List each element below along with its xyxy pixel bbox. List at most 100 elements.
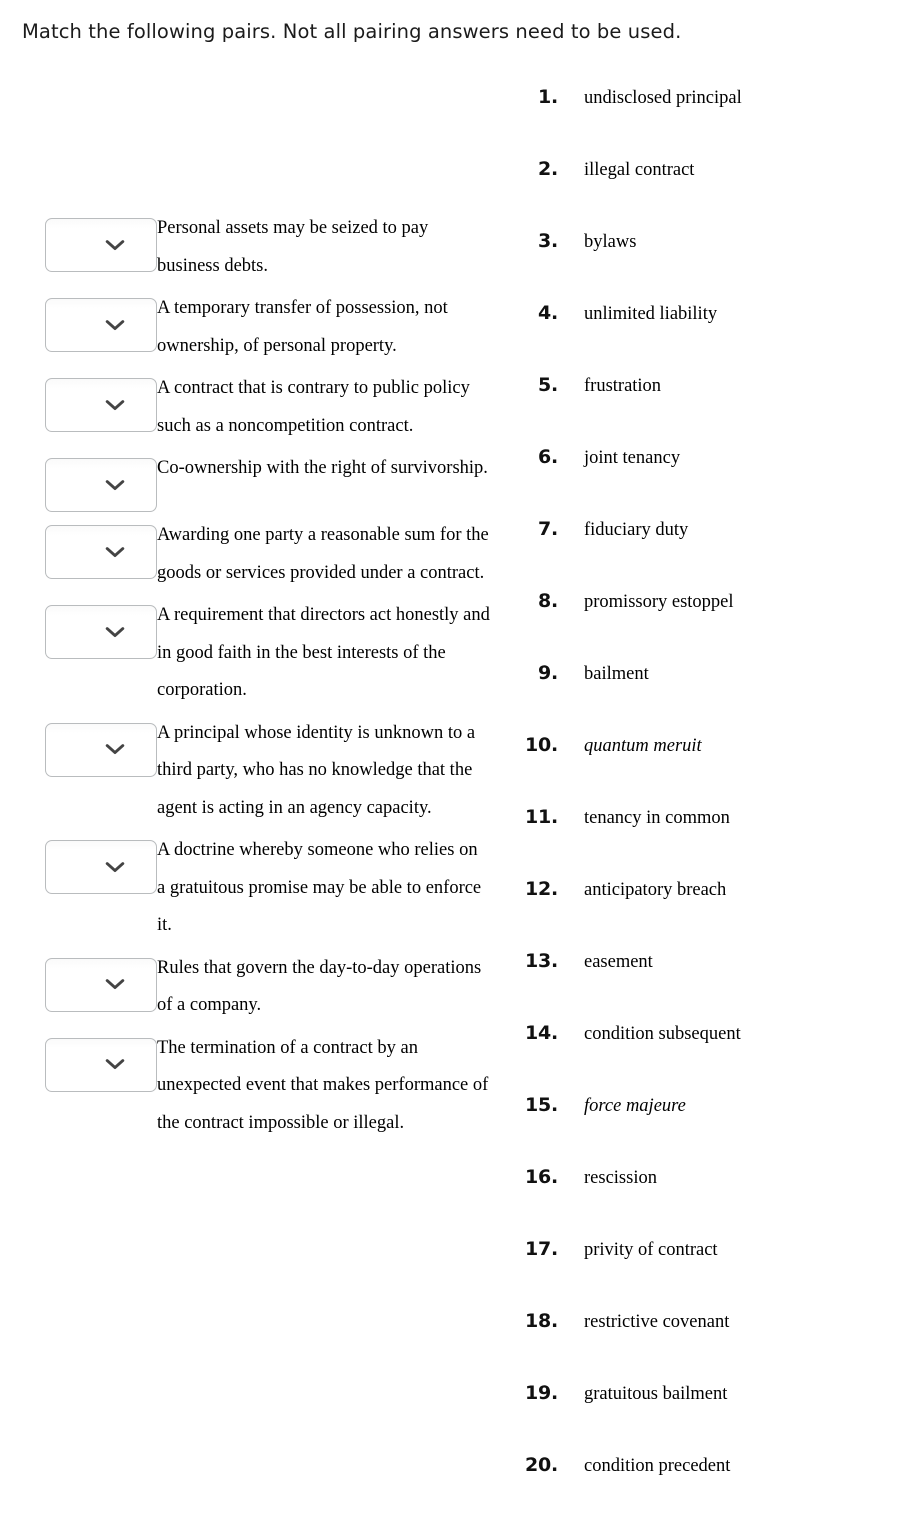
answer-select-1[interactable] — [45, 218, 157, 272]
select-cell — [0, 715, 157, 777]
answer-select-4[interactable] — [45, 458, 157, 512]
answer-number: 1. — [537, 86, 558, 108]
answer-option: 20. condition precedent — [506, 1454, 924, 1526]
answer-select-5[interactable] — [45, 525, 157, 579]
answer-option: 14. condition subsequent — [506, 1022, 924, 1094]
answer-number: 17. — [524, 1238, 558, 1260]
answer-option: 12. anticipatory breach — [506, 878, 924, 950]
answer-term: gratuitous bailment — [584, 1384, 728, 1404]
select-cell — [0, 450, 157, 512]
answer-option: 13. easement — [506, 950, 924, 1022]
chevron-down-icon — [46, 379, 156, 431]
prompt-text: The termination of a contract by an unex… — [157, 1037, 489, 1133]
answer-term: joint tenancy — [584, 448, 681, 468]
answer-number: 13. — [524, 950, 558, 972]
prompt-row: A temporary transfer of possession, not … — [0, 290, 500, 365]
prompt-text: Co-ownership with the right of survivors… — [157, 458, 488, 478]
prompt-row: A doctrine whereby someone who relies on… — [0, 832, 500, 945]
answer-option: 1. undisclosed principal — [506, 86, 924, 158]
answer-bank-column: 1. undisclosed principal 2. illegal contrac… — [506, 86, 924, 1526]
answer-number: 14. — [524, 1022, 558, 1044]
answer-option: 17. privity of contract — [506, 1238, 924, 1310]
chevron-down-icon — [46, 724, 156, 776]
answer-term: privity of contract — [584, 1240, 718, 1260]
select-cell — [0, 210, 157, 272]
prompt-text: A contract that is contrary to public po… — [157, 378, 470, 436]
answer-select-2[interactable] — [45, 298, 157, 352]
select-cell — [0, 1030, 157, 1092]
answer-number: 7. — [537, 518, 558, 540]
answer-option: 7. fiduciary duty — [506, 518, 924, 590]
prompt-text: A requirement that directors act honestl… — [157, 605, 490, 700]
answer-term: illegal contract — [584, 160, 695, 180]
prompt-text: A doctrine whereby someone who relies on… — [157, 840, 482, 935]
chevron-down-icon — [46, 1039, 156, 1091]
answer-term: anticipatory breach — [584, 880, 727, 900]
select-cell — [0, 290, 157, 352]
prompt-text: A temporary transfer of possession, not … — [157, 298, 448, 356]
answer-option: 9. bailment — [506, 662, 924, 734]
answer-option: 16. rescission — [506, 1166, 924, 1238]
answer-option: 2. illegal contract — [506, 158, 924, 230]
select-cell — [0, 370, 157, 432]
answer-term: unlimited liability — [584, 304, 718, 324]
answer-number: 9. — [537, 662, 558, 684]
answer-number: 18. — [524, 1310, 558, 1332]
answer-number: 15. — [524, 1094, 558, 1116]
chevron-down-icon — [46, 219, 156, 271]
answer-option: 3. bylaws — [506, 230, 924, 302]
answer-term: condition precedent — [584, 1456, 731, 1476]
answer-term: rescission — [584, 1168, 657, 1188]
answer-option: 8. promissory estoppel — [506, 590, 924, 662]
answer-option: 19. gratuitous bailment — [506, 1382, 924, 1454]
prompt-column: Personal assets may be seized to pay bus… — [0, 210, 500, 1147]
answer-term: restrictive covenant — [584, 1312, 730, 1332]
answer-term: promissory estoppel — [584, 592, 734, 612]
answer-option: 5. frustration — [506, 374, 924, 446]
answer-number: 20. — [524, 1454, 558, 1476]
answer-number: 5. — [537, 374, 558, 396]
chevron-down-icon — [46, 299, 156, 351]
prompt-row: Rules that govern the day-to-day operati… — [0, 950, 500, 1025]
prompt-row: A requirement that directors act honestl… — [0, 597, 500, 710]
answer-select-10[interactable] — [45, 1037, 157, 1092]
chevron-down-icon — [46, 841, 156, 893]
answer-number: 4. — [537, 302, 558, 324]
select-cell — [0, 950, 157, 1012]
answer-select-6[interactable] — [45, 605, 157, 659]
chevron-down-icon — [46, 459, 156, 511]
answer-select-7[interactable] — [45, 722, 157, 777]
prompt-text: Personal assets may be seized to pay bus… — [157, 218, 429, 276]
answer-term: fiduciary duty — [584, 520, 689, 540]
answer-term: undisclosed principal — [584, 88, 742, 108]
answer-number: 19. — [524, 1382, 558, 1404]
prompt-row: Awarding one party a reasonable sum for … — [0, 517, 500, 592]
prompt-row: Personal assets may be seized to pay bus… — [0, 210, 500, 285]
prompt-row: A contract that is contrary to public po… — [0, 370, 500, 445]
answer-number: 11. — [524, 806, 558, 828]
chevron-down-icon — [46, 959, 156, 1011]
answer-number: 12. — [524, 878, 558, 900]
answer-term: tenancy in common — [584, 808, 730, 828]
answer-number: 16. — [524, 1166, 558, 1188]
prompt-row: Co-ownership with the right of survivors… — [0, 450, 500, 512]
answer-term: bailment — [584, 664, 649, 684]
answer-select-8[interactable] — [45, 840, 157, 894]
prompt-row: The termination of a contract by an unex… — [0, 1030, 500, 1143]
answer-select-3[interactable] — [45, 378, 157, 432]
chevron-down-icon — [46, 606, 156, 658]
answer-select-9[interactable] — [45, 957, 157, 1012]
answer-number: 3. — [537, 230, 558, 252]
answer-option: 18. restrictive covenant — [506, 1310, 924, 1382]
prompt-row: A principal whose identity is unknown to… — [0, 715, 500, 828]
chevron-down-icon — [46, 526, 156, 578]
answer-term: force majeure — [584, 1096, 686, 1116]
answer-term: easement — [584, 952, 653, 972]
answer-option: 6. joint tenancy — [506, 446, 924, 518]
answer-term: bylaws — [584, 232, 637, 252]
answer-number: 8. — [537, 590, 558, 612]
answer-option: 15. force majeure — [506, 1094, 924, 1166]
prompt-text: Awarding one party a reasonable sum for … — [157, 525, 489, 583]
prompt-text: Rules that govern the day-to-day operati… — [157, 957, 482, 1016]
answer-term: frustration — [584, 376, 662, 396]
